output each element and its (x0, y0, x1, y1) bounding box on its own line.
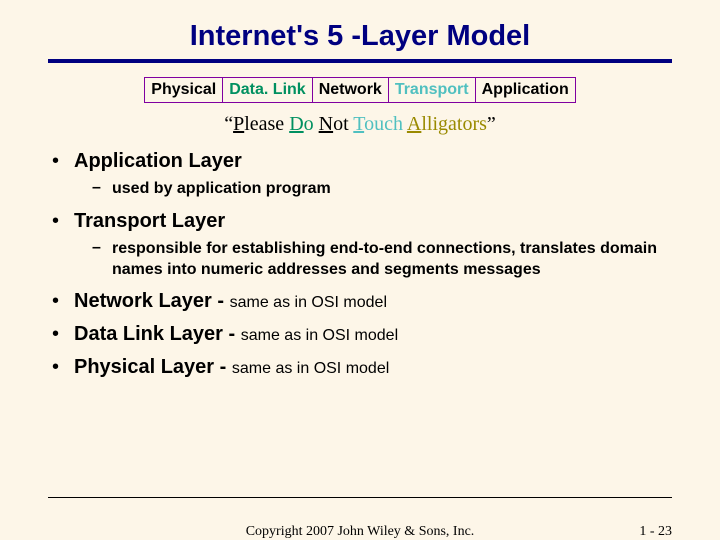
bullet-physical-label: Physical Layer - same as in OSI model (74, 356, 668, 379)
mnemonic-t-rest: ouch (364, 113, 407, 135)
bullet-application-label: Application Layer (74, 150, 668, 173)
bullet-application: • Application Layer (52, 150, 668, 173)
mnemonic-d-rest: o (304, 113, 319, 135)
mnemonic-p-rest: lease (244, 113, 289, 135)
bullet-dot: • (52, 150, 74, 173)
bullet-physical: • Physical Layer - same as in OSI model (52, 356, 668, 379)
bullet-physical-tail: same as in OSI model (232, 360, 389, 377)
subbullet-application-text: used by application program (112, 179, 668, 200)
bullet-dash: – (92, 239, 112, 281)
bullet-physical-head: Physical Layer - (74, 356, 232, 378)
mnemonic-n: N (319, 113, 333, 135)
mnemonic-d: D (289, 113, 303, 135)
bullet-network-head: Network Layer - (74, 290, 230, 312)
quote-close: ” (487, 113, 496, 135)
bullet-dot: • (52, 290, 74, 313)
quote-open: “ (224, 113, 233, 135)
mnemonic-t: T (353, 113, 364, 135)
title-underline (48, 59, 672, 63)
layer-datalink: Data. Link (223, 77, 312, 103)
subbullet-application: – used by application program (92, 179, 668, 200)
bullet-transport-label: Transport Layer (74, 210, 668, 233)
bullet-datalink-tail: same as in OSI model (241, 327, 398, 344)
mnemonic-a: A (407, 113, 421, 135)
bullet-network-label: Network Layer - same as in OSI model (74, 290, 668, 313)
bullet-datalink-head: Data Link Layer - (74, 323, 241, 345)
footer-rule (48, 497, 672, 498)
bullet-dot: • (52, 356, 74, 379)
subbullet-transport-text: responsible for establishing end-to-end … (112, 239, 668, 281)
layer-network: Network (313, 77, 389, 103)
mnemonic-a-rest: lligators (421, 113, 487, 135)
bullet-datalink-label: Data Link Layer - same as in OSI model (74, 323, 668, 346)
bullet-dash: – (92, 179, 112, 200)
layer-physical: Physical (144, 77, 223, 103)
layer-application: Application (476, 77, 576, 103)
page-number: 1 - 23 (639, 524, 672, 540)
copyright-text: Copyright 2007 John Wiley & Sons, Inc. (0, 524, 720, 540)
mnemonic-p: P (233, 113, 244, 135)
bullet-network-tail: same as in OSI model (230, 294, 387, 311)
bullet-network: • Network Layer - same as in OSI model (52, 290, 668, 313)
slide-body: • Application Layer – used by applicatio… (52, 150, 668, 379)
layer-transport: Transport (389, 77, 476, 103)
bullet-dot: • (52, 323, 74, 346)
slide-title: Internet's 5 -Layer Model (0, 0, 720, 53)
mnemonic-n-rest: ot (333, 113, 353, 135)
mnemonic-phrase: “Please Do Not Touch Alligators” (0, 113, 720, 136)
subbullet-transport: – responsible for establishing end-to-en… (92, 239, 668, 281)
bullet-transport: • Transport Layer (52, 210, 668, 233)
layer-boxes: Physical Data. Link Network Transport Ap… (0, 77, 720, 103)
bullet-dot: • (52, 210, 74, 233)
bullet-datalink: • Data Link Layer - same as in OSI model (52, 323, 668, 346)
